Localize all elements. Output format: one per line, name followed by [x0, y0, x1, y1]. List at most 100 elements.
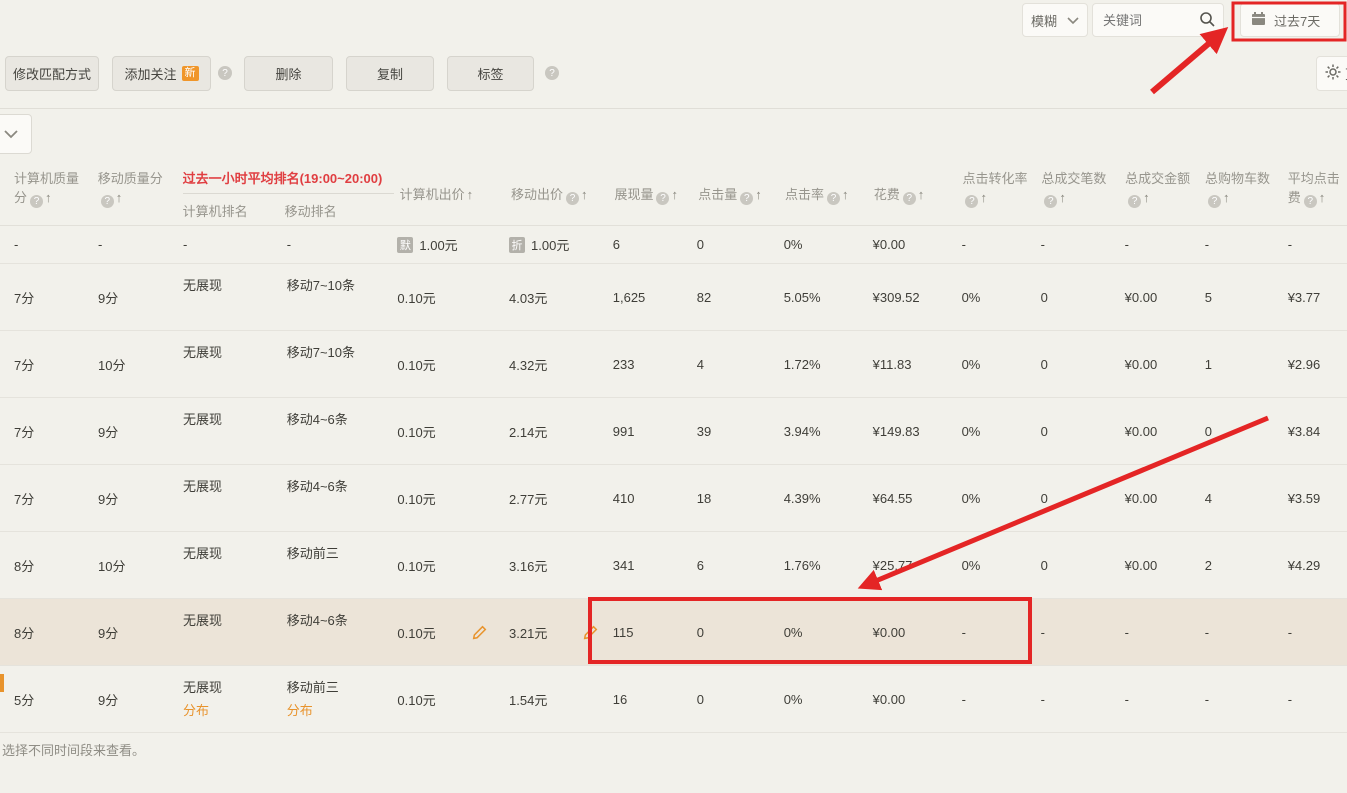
edit-bid-icon[interactable] [583, 625, 598, 640]
sort-arrow-icon[interactable]: ↑ [1319, 190, 1326, 205]
table-row: 8分9分无展现移动4~6条0.10元3.21元11500%¥0.00----- [0, 599, 1347, 666]
cell-conversion-rate: 0% [962, 465, 1041, 531]
cell-clicks: 0 [697, 599, 784, 665]
cell-total-carts: - [1205, 666, 1288, 732]
cell-computer-bid: 0.10元 [397, 599, 509, 665]
keyword-table: 计算机质量分?↑移动质量分?↑过去一小时平均排名(19:00~20:00)计算机… [0, 158, 1347, 733]
sort-arrow-icon[interactable]: ↑ [918, 187, 925, 202]
cell-mobile-bid: 1.54元 [509, 666, 613, 732]
copy-button[interactable]: 复制 [346, 56, 434, 91]
cell-mobile-bid: 2.77元 [509, 465, 613, 531]
cell-computer-rank: 无展现 [183, 331, 287, 397]
cell-conversion-rate: 0% [962, 398, 1041, 464]
help-icon[interactable]: ? [218, 66, 232, 80]
modify-match-type-label: 修改匹配方式 [13, 64, 91, 83]
cell-computer-quality-score: 7分 [14, 331, 98, 397]
column-header-spend: 花费?↑ [874, 158, 963, 225]
collapse-panel-button[interactable] [0, 114, 32, 154]
cell-clicks: 6 [697, 532, 784, 598]
help-icon[interactable]: ? [903, 192, 916, 205]
sort-arrow-icon[interactable]: ↑ [1143, 190, 1150, 205]
cell-mobile-rank: - [287, 226, 398, 263]
rank-distribution-link[interactable]: 分布 [287, 700, 313, 719]
column-header-total-carts: 总购物车数?↑ [1205, 158, 1288, 225]
help-icon[interactable]: ? [1304, 195, 1317, 208]
cell-avg-click-cost: ¥3.84 [1288, 398, 1347, 464]
column-header-clicks: 点击量?↑ [698, 158, 785, 225]
cell-mobile-rank: 移动4~6条 [287, 599, 398, 665]
cell-ctr: 3.94% [784, 398, 873, 464]
help-icon[interactable]: ? [827, 192, 840, 205]
cell-ctr: 0% [784, 226, 873, 263]
keyword-search-input[interactable] [1101, 12, 1191, 29]
cell-mobile-bid: 4.03元 [509, 264, 613, 330]
delete-button[interactable]: 删除 [244, 56, 333, 91]
search-icon[interactable] [1199, 11, 1215, 30]
keyword-management-screen: 模糊 过去7天 修改匹配方式 添加关注 新 ? 删除 [0, 0, 1347, 793]
cell-computer-rank: - [183, 226, 287, 263]
tag-label: 标签 [477, 64, 503, 83]
rank-value: 移动前三 [287, 677, 339, 696]
edit-bid-icon[interactable] [472, 625, 487, 640]
help-icon[interactable]: ? [30, 195, 43, 208]
column-header-label: 总购物车数 [1205, 171, 1270, 186]
cell-computer-bid: 0.10元 [397, 532, 509, 598]
cell-clicks: 4 [697, 331, 784, 397]
sort-arrow-icon[interactable]: ↑ [45, 190, 52, 205]
cell-mobile-quality-score: 10分 [98, 331, 183, 397]
date-range-button[interactable]: 过去7天 [1240, 3, 1340, 37]
cell-conversion-rate: - [962, 226, 1041, 263]
help-icon[interactable]: ? [566, 192, 579, 205]
help-icon[interactable]: ? [965, 195, 978, 208]
cell-total-orders: - [1041, 599, 1125, 665]
sort-arrow-icon[interactable]: ↑ [1059, 190, 1066, 205]
add-watch-button[interactable]: 添加关注 新 [112, 56, 211, 91]
time-range-hint: 选择不同时间段来查看。 [2, 740, 145, 759]
cell-computer-quality-score: 7分 [14, 264, 98, 330]
sort-arrow-icon[interactable]: ↑ [1223, 190, 1230, 205]
delete-label: 删除 [275, 64, 301, 83]
bid-type-badge: 折 [509, 237, 525, 253]
sort-arrow-icon[interactable]: ↑ [980, 190, 987, 205]
tag-button[interactable]: 标签 [447, 56, 534, 91]
help-icon[interactable]: ? [656, 192, 669, 205]
divider [0, 108, 1347, 109]
cell-spend: ¥64.55 [873, 465, 962, 531]
cell-mobile-bid: 2.14元 [509, 398, 613, 464]
rank-distribution-link[interactable]: 分布 [183, 700, 209, 719]
help-icon[interactable]: ? [545, 66, 559, 80]
cell-computer-quality-score: 7分 [14, 465, 98, 531]
cell-clicks: 82 [697, 264, 784, 330]
chevron-down-icon [1067, 13, 1079, 28]
customize-columns-button[interactable]: 更 [1316, 56, 1347, 91]
cell-ctr: 0% [784, 666, 873, 732]
cell-impressions: 115 [613, 599, 697, 665]
help-icon[interactable]: ? [740, 192, 753, 205]
cell-mobile-rank: 移动7~10条 [287, 264, 398, 330]
help-icon[interactable]: ? [101, 195, 114, 208]
table-row: 7分10分无展现移动7~10条0.10元4.32元23341.72%¥11.83… [0, 331, 1347, 398]
help-icon[interactable]: ? [1208, 195, 1221, 208]
modify-match-type-button[interactable]: 修改匹配方式 [5, 56, 99, 91]
cell-impressions: 341 [613, 532, 697, 598]
sort-arrow-icon[interactable]: ↑ [842, 187, 849, 202]
gear-icon [1325, 64, 1341, 83]
sort-arrow-icon[interactable]: ↑ [671, 187, 678, 202]
table-row: 5分9分无展现分布移动前三分布0.10元1.54元1600%¥0.00----- [0, 666, 1347, 733]
cell-computer-bid: 0.10元 [397, 264, 509, 330]
cell-computer-rank: 无展现 [183, 398, 287, 464]
cell-mobile-quality-score: 9分 [98, 599, 183, 665]
cell-total-carts: 5 [1205, 264, 1288, 330]
cell-total-amount: - [1125, 599, 1205, 665]
bid-value: 1.00元 [531, 235, 569, 254]
sort-arrow-icon[interactable]: ↑ [581, 187, 588, 202]
sort-arrow-icon[interactable]: ↑ [467, 187, 474, 202]
cell-ctr: 1.76% [784, 532, 873, 598]
fuzzy-match-dropdown[interactable]: 模糊 [1022, 3, 1088, 37]
help-icon[interactable]: ? [1128, 195, 1141, 208]
cell-computer-bid: 0.10元 [397, 331, 509, 397]
help-icon[interactable]: ? [1044, 195, 1057, 208]
sort-arrow-icon[interactable]: ↑ [755, 187, 762, 202]
sort-arrow-icon[interactable]: ↑ [116, 190, 123, 205]
cell-computer-quality-score: - [14, 226, 98, 263]
